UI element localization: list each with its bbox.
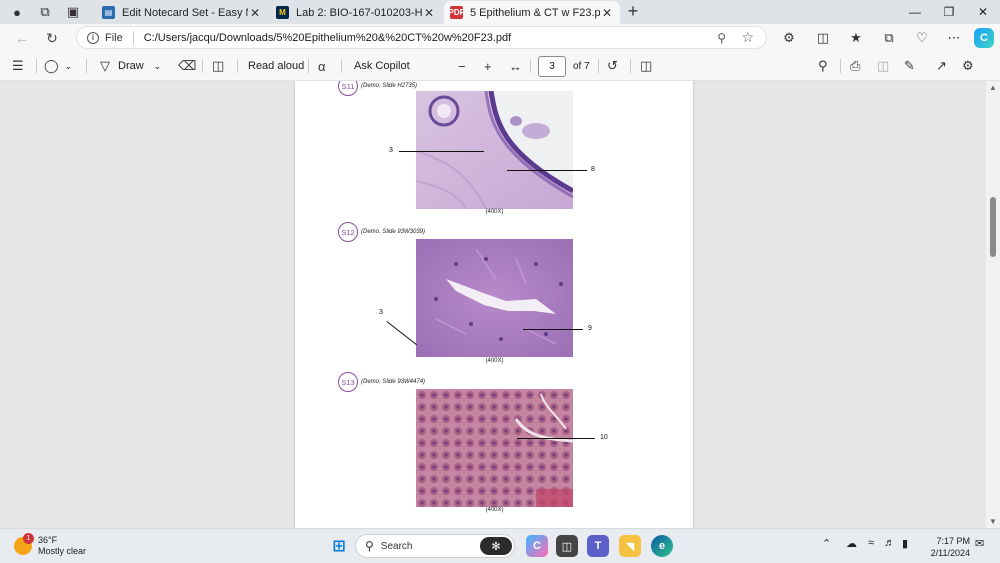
zoom-in-icon[interactable]: + [484, 59, 492, 74]
tab-pdf[interactable]: PDF 5 Epithelium & CT w F23.pdf ✕ [444, 1, 620, 24]
favorites-icon[interactable]: ★ [846, 28, 866, 48]
zoom-out-icon[interactable]: − [458, 59, 466, 74]
highlight-icon[interactable]: ◯ [44, 58, 59, 74]
clock[interactable]: 7:17 PM 2/11/2024 [922, 535, 970, 559]
back-icon[interactable]: ← [12, 28, 32, 48]
workspaces-icon[interactable]: ⧉ [36, 3, 54, 21]
performance-icon[interactable]: ♡ [912, 28, 932, 48]
save-as-icon[interactable]: ✎ [904, 58, 915, 74]
onedrive-icon[interactable]: ☁ [846, 537, 857, 550]
page-view-icon[interactable]: ◫ [640, 58, 652, 74]
tray-chevron-icon[interactable]: ⌃ [822, 537, 831, 550]
copilot-taskbar-icon[interactable]: ✻ [480, 537, 512, 555]
rotate-icon[interactable]: ↺ [607, 58, 618, 74]
magnification-label: (400X) [485, 209, 504, 215]
notifications-icon[interactable]: ✉ [975, 537, 984, 550]
notecard-icon: ▤ [102, 6, 115, 19]
close-tab-icon[interactable]: ✕ [248, 6, 262, 20]
pointer-label: 3 [389, 147, 393, 154]
battery-icon[interactable]: ▮ [902, 537, 908, 550]
pointer-line [517, 438, 595, 439]
close-tab-icon[interactable]: ✕ [600, 6, 614, 20]
pen-icon: ▽ [100, 58, 110, 73]
draw-button[interactable]: ▽ Draw ⌄ [100, 57, 161, 75]
weather-sun-icon: 1 [14, 533, 34, 555]
restore-icon[interactable]: ❐ [932, 0, 966, 24]
magnification-label: (400X) [485, 358, 504, 364]
slide-label-s12: S12 (Demo. Slide 93W3039) [338, 222, 425, 242]
pdf-page: S11 (Demo. Slide H2735) 3 8 (400X) S12 (… [295, 81, 693, 528]
extensions-icon[interactable]: ⚙ [779, 28, 799, 48]
close-tab-icon[interactable]: ✕ [422, 6, 436, 20]
profile-icon[interactable]: ● [8, 3, 26, 21]
close-window-icon[interactable]: ✕ [966, 0, 1000, 24]
start-windows-icon[interactable]: ⊞ [328, 535, 350, 557]
m-logo-icon: M [276, 6, 289, 19]
chevron-down-icon[interactable]: ⌄ [65, 61, 73, 72]
scroll-up-icon[interactable]: ▲ [988, 83, 998, 92]
slide-label-s13: S13 (Demo. Slide 93W4474) [338, 372, 425, 392]
scroll-down-icon[interactable]: ▼ [988, 517, 998, 526]
contents-icon[interactable]: ☰ [12, 58, 24, 74]
pointer-label: 3 [379, 309, 383, 316]
info-icon[interactable]: i [87, 31, 99, 44]
fit-page-icon[interactable]: ↔ [509, 59, 522, 74]
page-number-input[interactable]: 3 [538, 56, 566, 77]
translate-icon[interactable]: α [318, 59, 326, 74]
pointer-line [386, 321, 417, 346]
weather-widget[interactable]: 1 36°F Mostly clear [14, 533, 86, 557]
document-viewport[interactable]: S11 (Demo. Slide H2735) 3 8 (400X) S12 (… [0, 81, 986, 528]
collections-icon[interactable]: ⧉ [879, 28, 899, 48]
micrograph-s12 [416, 239, 573, 357]
taskbar: 1 36°F Mostly clear ⊞ ⚲ Search ✻ C ◫ T ◥… [0, 528, 1000, 563]
page-total: of 7 [573, 60, 590, 72]
pointer-line [399, 151, 484, 152]
copilot-preview-icon[interactable]: C [526, 535, 548, 557]
address-bar: ← ↻ i File C:/Users/jacqu/Downloads/5%20… [0, 24, 1000, 51]
text-box-icon[interactable]: ◫ [212, 58, 224, 74]
minimize-icon[interactable]: — [898, 0, 932, 24]
pdf-icon: PDF [448, 6, 465, 19]
pointer-label: 9 [588, 325, 592, 332]
more-menu-icon[interactable]: ⋯ [944, 28, 964, 48]
micrograph-s13 [416, 389, 573, 507]
wifi-icon[interactable]: ≈ [868, 537, 874, 549]
print-icon[interactable]: ⎙ [850, 58, 860, 74]
zoom-icon[interactable]: ⚲ [717, 31, 726, 45]
fullscreen-icon[interactable]: ↗ [936, 58, 947, 74]
tab-notecards[interactable]: ▤ Edit Notecard Set - Easy Notecards ✕ [96, 1, 268, 24]
chevron-down-icon[interactable]: ⌄ [154, 61, 162, 72]
read-aloud-button[interactable]: Read aloud [248, 57, 304, 75]
slide-label-s11: S11 (Demo. Slide H2735) [338, 81, 417, 96]
search-icon[interactable]: ⚲ [818, 58, 828, 74]
pointer-line [507, 170, 587, 171]
tab-lab2[interactable]: M Lab 2: BIO-167-010203-Human Anatomy ✕ [270, 1, 442, 24]
new-tab-icon[interactable]: + [624, 2, 642, 20]
edge-icon[interactable]: e [651, 535, 673, 557]
vertical-scrollbar[interactable]: ▲ ▼ [986, 81, 1000, 528]
pointer-label: 8 [591, 166, 595, 173]
eraser-icon[interactable]: ⌫ [178, 58, 196, 74]
task-view-icon[interactable]: ◫ [556, 535, 578, 557]
pointer-label: 10 [600, 434, 608, 441]
pdf-toolbar: ☰ ◯ ⌄ ▽ Draw ⌄ ⌫ ◫ Read aloud α Ask Copil… [0, 51, 1000, 81]
micrograph-s11 [416, 91, 573, 209]
split-screen-icon[interactable]: ◫ [813, 28, 833, 48]
refresh-icon[interactable]: ↻ [42, 28, 62, 48]
tab-strip: ● ⧉ ▣ ▤ Edit Notecard Set - Easy Notecar… [0, 0, 1000, 24]
ask-copilot-button[interactable]: Ask Copilot [354, 57, 410, 75]
search-icon: ⚲ [365, 539, 374, 553]
url-input[interactable]: i File C:/Users/jacqu/Downloads/5%20Epit… [76, 26, 767, 49]
save-icon[interactable]: ◫ [877, 58, 889, 74]
file-explorer-icon[interactable]: ◥ [619, 535, 641, 557]
scroll-thumb[interactable] [990, 197, 996, 257]
teams-icon[interactable]: T [587, 535, 609, 557]
pointer-line [523, 329, 583, 330]
volume-icon[interactable]: ♬ [884, 537, 895, 549]
magnification-label: (400X) [485, 507, 504, 513]
copilot-icon[interactable]: C [974, 28, 994, 48]
favorite-star-icon[interactable]: ☆ [741, 29, 754, 46]
settings-icon[interactable]: ⚙ [962, 58, 974, 74]
tab-actions-icon[interactable]: ▣ [64, 3, 82, 21]
